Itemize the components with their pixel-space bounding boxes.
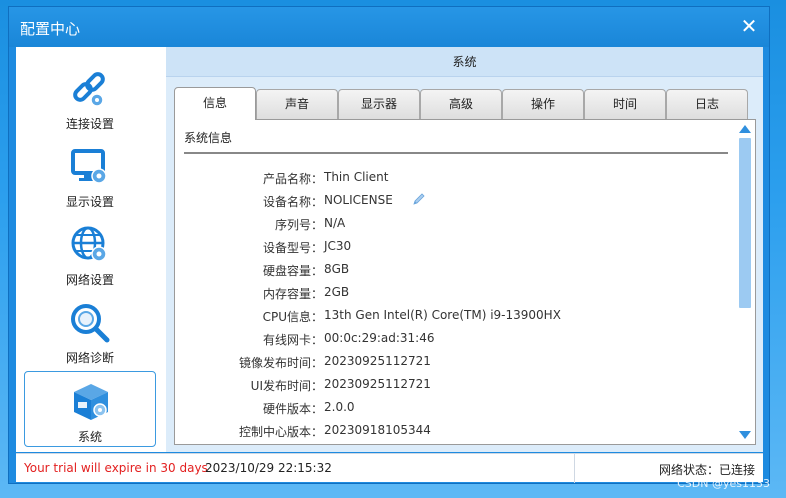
info-value: 2GB [324, 285, 350, 299]
info-value: 20230918105344 [324, 423, 431, 437]
info-row-product-name: 产品名称： Thin Client [175, 170, 735, 190]
info-value: 2.0.0 [324, 400, 355, 414]
info-value: 20230925112721 [324, 377, 431, 391]
page-title: 系统 [166, 47, 763, 77]
info-row-memory: 内存容量： 2GB [175, 285, 735, 305]
sidebar-item-label: 网络设置 [65, 273, 114, 287]
tab-content-info: 系统信息 产品名称： Thin Client 设备名称： NOLICENSE 序… [174, 119, 756, 445]
info-value: N/A [324, 216, 346, 230]
info-row-cpu: CPU信息： 13th Gen Intel(R) Core(TM) i9-139… [175, 308, 735, 328]
info-key: 控制中心版本： [238, 425, 323, 439]
sidebar-item-label: 网络诊断 [65, 351, 114, 365]
sidebar-item-diagnostics[interactable]: 网络诊断 [24, 293, 156, 369]
network-status: 网络状态：已连接 [658, 463, 755, 477]
sidebar: 连接设置 显示设置 网络设置 网络诊断 系统 [16, 47, 166, 452]
info-key: 内存容量： [262, 287, 323, 301]
info-row-cc-version: 控制中心版本： 20230918105344 [175, 423, 735, 443]
tab-monitor[interactable]: 显示器 [338, 89, 420, 119]
info-key: 硬件版本： [262, 402, 323, 416]
info-row-hw-version: 硬件版本： 2.0.0 [175, 400, 735, 420]
link-icon [73, 72, 105, 107]
current-datetime: 2023/10/29 22:15:32 [205, 461, 332, 475]
sidebar-item-label: 显示设置 [65, 195, 114, 209]
watermark: CSDN @yes1133 [677, 477, 770, 490]
info-key: CPU信息： [262, 310, 323, 324]
sidebar-item-label: 连接设置 [65, 117, 114, 131]
info-value: JC30 [324, 239, 352, 253]
section-divider [184, 152, 728, 154]
tab-sound[interactable]: 声音 [256, 89, 338, 119]
info-value: 20230925112721 [324, 354, 431, 368]
info-key: 设备型号： [262, 241, 323, 255]
info-row-device-name: 设备名称： NOLICENSE [175, 193, 735, 213]
sidebar-item-display[interactable]: 显示设置 [24, 137, 156, 213]
info-row-serial: 序列号： N/A [175, 216, 735, 236]
main-panel: 系统 信息 声音 显示器 高级 操作 时间 日志 系统信息 产品名称： Thin… [166, 47, 763, 452]
scroll-up-icon[interactable] [737, 122, 753, 136]
pencil-icon[interactable] [412, 192, 426, 206]
close-icon[interactable]: ✕ [737, 14, 761, 38]
vertical-scrollbar[interactable] [737, 122, 753, 442]
info-key: 硬盘容量： [262, 264, 323, 278]
info-row-model: 设备型号： JC30 [175, 239, 735, 259]
section-title: 系统信息 [184, 131, 233, 145]
title-bar[interactable]: 配置中心 ✕ [9, 7, 769, 47]
status-bar: Your trial will expire in 30 days 2023/1… [16, 453, 763, 483]
info-value: 00:0c:29:ad:31:46 [324, 331, 435, 345]
info-row-nic: 有线网卡： 00:0c:29:ad:31:46 [175, 331, 735, 351]
info-key: 镜像发布时间： [238, 356, 323, 370]
tab-time[interactable]: 时间 [584, 89, 666, 119]
scroll-down-icon[interactable] [737, 428, 753, 442]
tab-log[interactable]: 日志 [666, 89, 748, 119]
info-key: 产品名称： [262, 172, 323, 186]
info-row-ui-release: UI发布时间： 20230925112721 [175, 377, 735, 397]
window-title: 配置中心 [20, 20, 81, 38]
tab-advanced[interactable]: 高级 [420, 89, 502, 119]
monitor-icon [71, 149, 107, 184]
status-divider [574, 454, 575, 483]
info-row-disk: 硬盘容量： 8GB [175, 262, 735, 282]
info-value: NOLICENSE [324, 193, 393, 207]
globe-icon [71, 226, 107, 262]
scroll-thumb[interactable] [739, 138, 751, 308]
info-key: 设备名称： [262, 195, 323, 209]
info-key: 有线网卡： [262, 333, 323, 347]
sidebar-item-connection[interactable]: 连接设置 [24, 59, 156, 135]
info-value: Thin Client [324, 170, 389, 184]
magnifier-icon [71, 304, 110, 343]
sidebar-item-network[interactable]: 网络设置 [24, 215, 156, 291]
system-box-icon [74, 384, 108, 420]
sidebar-item-label: 系统 [77, 430, 102, 444]
sidebar-item-system[interactable]: 系统 [24, 371, 156, 447]
trial-notice: Your trial will expire in 30 days [24, 461, 208, 475]
config-window: 配置中心 ✕ 连接设置 显示设置 网络设置 网络诊断 系统 系统 信息 声音 显… [8, 6, 770, 484]
info-value: 13th Gen Intel(R) Core(TM) i9-13900HX [324, 308, 561, 322]
tab-info[interactable]: 信息 [174, 87, 256, 120]
info-row-image-release: 镜像发布时间： 20230925112721 [175, 354, 735, 374]
tab-operation[interactable]: 操作 [502, 89, 584, 119]
info-key: 序列号： [274, 218, 323, 232]
info-key: UI发布时间： [250, 379, 323, 393]
info-value: 8GB [324, 262, 350, 276]
